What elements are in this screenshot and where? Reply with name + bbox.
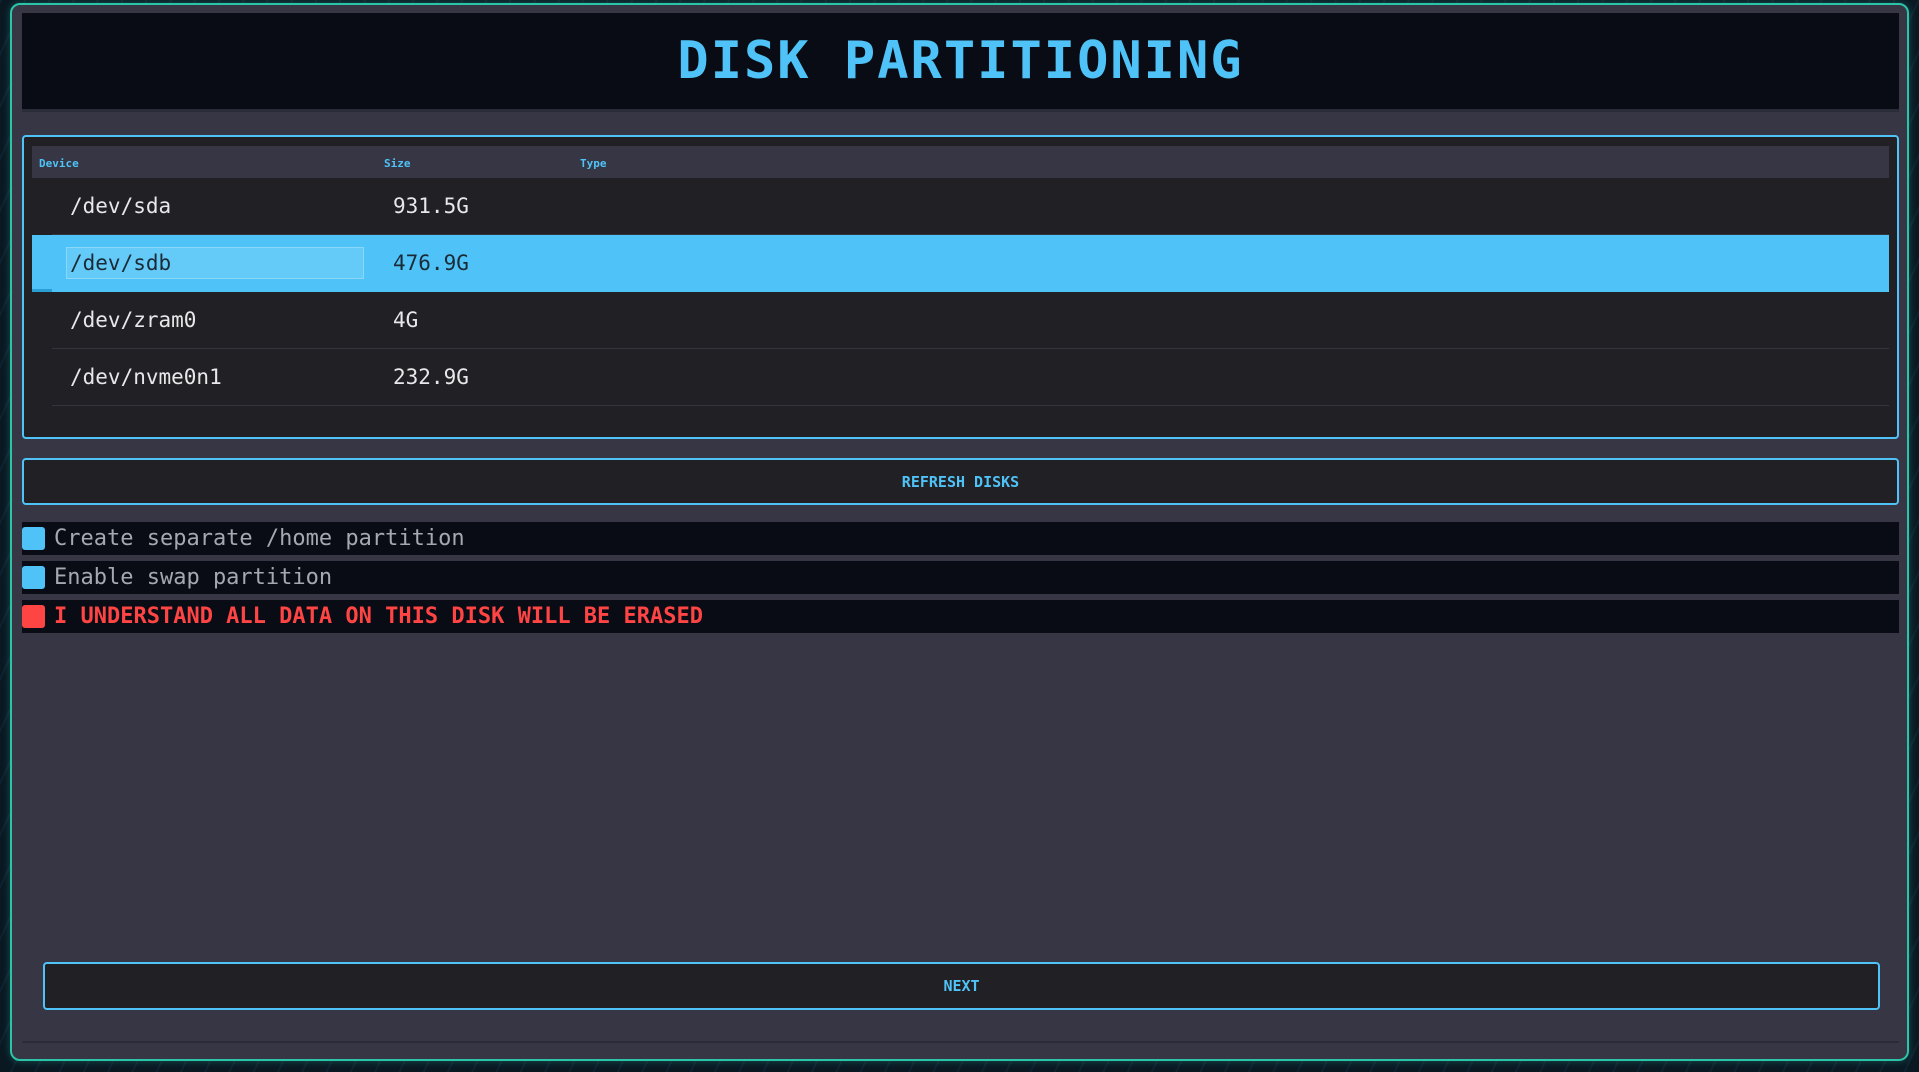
installer-window: DISK PARTITIONING Device Size Type /dev/… (10, 3, 1909, 1061)
option-erase-confirm[interactable]: I UNDERSTAND ALL DATA ON THIS DISK WILL … (22, 600, 1899, 633)
disk-device: /dev/sda (70, 194, 172, 218)
disk-device: /dev/sdb (70, 251, 172, 275)
disk-table: Device Size Type /dev/sda 931.5G /dev/sd… (22, 135, 1899, 439)
option-label: Create separate /home partition (54, 526, 465, 551)
disk-size: 931.5G (393, 194, 469, 218)
disk-row-zram0[interactable]: /dev/zram0 4G (32, 292, 1889, 349)
column-header-type[interactable]: Type (580, 157, 607, 170)
erase-confirm-checkbox[interactable] (22, 605, 45, 628)
option-enable-swap[interactable]: Enable swap partition (22, 561, 1899, 594)
refresh-disks-button[interactable]: REFRESH DISKS (22, 458, 1899, 505)
disk-device: /dev/zram0 (70, 308, 197, 332)
table-header: Device Size Type (32, 146, 1889, 178)
disk-device: /dev/nvme0n1 (70, 365, 222, 389)
page-title: DISK PARTITIONING (677, 31, 1244, 91)
swap-partition-checkbox[interactable] (22, 566, 45, 589)
next-button[interactable]: NEXT (43, 962, 1880, 1010)
disk-row-nvme0n1[interactable]: /dev/nvme0n1 232.9G (32, 349, 1889, 406)
disk-size: 232.9G (393, 365, 469, 389)
page-header: DISK PARTITIONING (22, 13, 1899, 112)
column-header-device[interactable]: Device (39, 157, 79, 170)
home-partition-checkbox[interactable] (22, 527, 45, 550)
option-label: Enable swap partition (54, 565, 333, 590)
disk-size: 4G (393, 308, 419, 332)
row-divider (52, 405, 1889, 406)
disk-row-sdb[interactable]: /dev/sdb 476.9G (32, 235, 1889, 292)
column-header-size[interactable]: Size (384, 157, 411, 170)
disk-row-sda[interactable]: /dev/sda 931.5G (32, 178, 1889, 235)
option-separate-home[interactable]: Create separate /home partition (22, 522, 1899, 555)
disk-size: 476.9G (393, 251, 469, 275)
option-label: I UNDERSTAND ALL DATA ON THIS DISK WILL … (54, 604, 704, 629)
